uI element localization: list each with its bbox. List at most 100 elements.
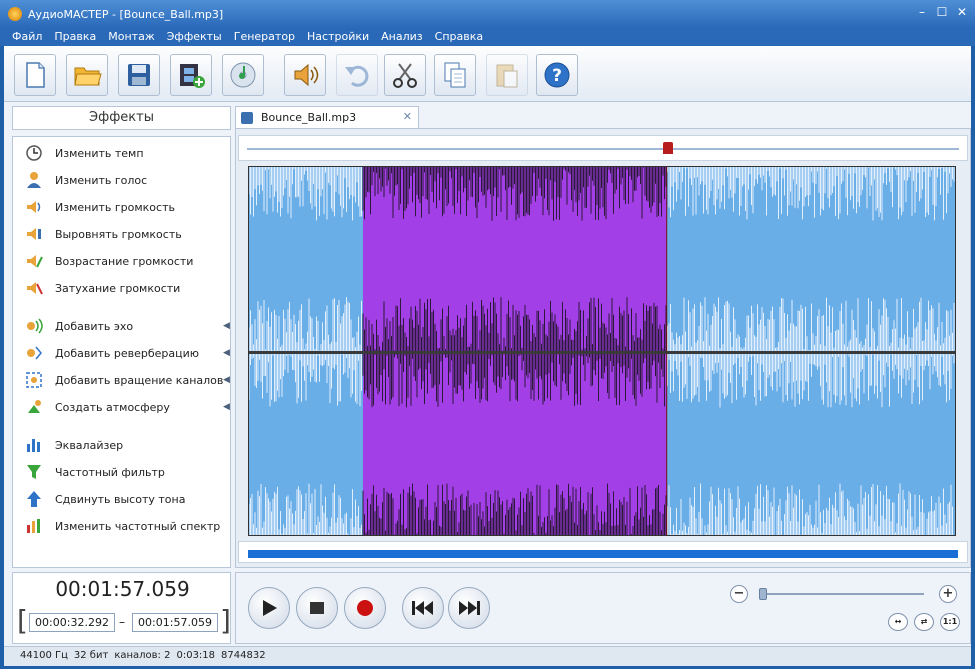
help-icon: ? (544, 62, 570, 88)
fade-in-icon (25, 252, 43, 270)
play-button[interactable] (248, 587, 290, 629)
record-button[interactable] (344, 587, 386, 629)
reverb-icon (25, 344, 43, 362)
collapse-arrow-icon[interactable]: ◀ (223, 348, 231, 358)
copy-button[interactable] (434, 54, 476, 96)
add-video-button[interactable] (170, 54, 212, 96)
forward-icon (459, 601, 480, 615)
status-samples: 8744832 (221, 650, 266, 661)
menu-montage[interactable]: Монтаж (102, 28, 160, 46)
tab-file[interactable]: Bounce_Ball.mp3 ✕ (235, 106, 419, 128)
bracket-close: ] (220, 604, 231, 637)
zoom-slider-thumb[interactable] (759, 588, 767, 600)
fx-label: Изменить громкость (55, 200, 175, 214)
current-time: 00:01:57.059 (55, 577, 190, 601)
fx-change-volume[interactable]: Изменить громкость (25, 197, 175, 217)
zoom-in-button[interactable]: + (939, 585, 957, 603)
transport-panel: − + ↔ ⇄ 1:1 (235, 572, 971, 644)
rewind-button[interactable] (402, 587, 444, 629)
fx-normalize-volume[interactable]: Выровнять громкость (25, 224, 182, 244)
fx-pitch-shift[interactable]: Сдвинуть высоту тона (25, 489, 185, 509)
paste-button[interactable] (486, 54, 528, 96)
status-channels: каналов: 2 (114, 650, 171, 661)
bracket-open: [ (17, 604, 28, 637)
menu-settings[interactable]: Настройки (301, 28, 375, 46)
help-button[interactable]: ? (536, 54, 578, 96)
selection-end-field[interactable]: 00:01:57.059 (132, 613, 218, 632)
undo-button[interactable] (336, 54, 378, 96)
fx-change-tempo[interactable]: Изменить темп (25, 143, 144, 163)
fx-add-echo[interactable]: Добавить эхо (25, 316, 133, 336)
fx-label: Изменить темп (55, 146, 144, 160)
folder-open-icon (74, 67, 102, 86)
maximize-button[interactable]: ☐ (933, 4, 951, 20)
close-button[interactable]: ✕ (953, 4, 971, 20)
menu-analysis[interactable]: Анализ (375, 28, 429, 46)
minimize-button[interactable]: – (913, 4, 931, 20)
fade-out-icon (25, 279, 43, 297)
fx-label: Добавить реверберацию (55, 346, 200, 360)
collapse-arrow-icon[interactable]: ◀ (223, 375, 231, 385)
cut-button[interactable] (384, 54, 426, 96)
window-body: ? Эффекты Изменить темп Изменить голос И… (4, 46, 971, 666)
filter-funnel-icon (25, 463, 43, 481)
menu-generator[interactable]: Генератор (228, 28, 301, 46)
fx-frequency-filter[interactable]: Частотный фильтр (25, 462, 165, 482)
waveform-view[interactable] (248, 166, 956, 536)
fx-fade-in[interactable]: Возрастание громкости (25, 251, 193, 271)
fx-fade-out[interactable]: Затухание громкости (25, 278, 180, 298)
fx-label: Изменить голос (55, 173, 148, 187)
fit-width-icon[interactable]: ↔ (888, 613, 908, 631)
channel-divider (249, 351, 955, 354)
menu-effects[interactable]: Эффекты (161, 28, 228, 46)
collapse-arrow-icon[interactable]: ◀ (223, 402, 231, 412)
zoom-slider-track[interactable] (760, 593, 924, 595)
fast-forward-button[interactable] (448, 587, 490, 629)
timeline-ruler[interactable] (238, 135, 968, 161)
tab-close-icon[interactable]: ✕ (403, 110, 412, 123)
fx-label: Возрастание громкости (55, 254, 194, 268)
fx-atmosphere[interactable]: Создать атмосферу (25, 397, 170, 417)
fx-label: Частотный фильтр (55, 465, 165, 479)
play-icon (263, 600, 277, 616)
menu-edit[interactable]: Правка (48, 28, 102, 46)
menu-file[interactable]: Файл (6, 28, 48, 46)
speaker-volume-icon (25, 198, 43, 216)
fx-add-reverb[interactable]: Добавить реверберацию (25, 343, 199, 363)
title-bar: АудиоМАСТЕР - [Bounce_Ball.mp3] – ☐ ✕ (0, 0, 975, 28)
window-title: АудиоМАСТЕР - [Bounce_Ball.mp3] (28, 7, 224, 21)
open-file-button[interactable] (66, 54, 108, 96)
zoom-out-button[interactable]: − (730, 585, 748, 603)
status-bar: 44100 Гц 32 бит каналов: 2 0:03:18 87448… (4, 646, 971, 666)
stop-icon (310, 602, 324, 614)
spectrum-icon (25, 517, 43, 535)
fit-selection-icon[interactable]: ⇄ (914, 613, 934, 631)
fx-label: Затухание громкости (55, 281, 181, 295)
rewind-icon (412, 601, 433, 615)
new-file-button[interactable] (14, 54, 56, 96)
stop-button[interactable] (296, 587, 338, 629)
fx-change-voice[interactable]: Изменить голос (25, 170, 147, 190)
horizontal-scrollbar[interactable] (238, 541, 968, 563)
channel-rotate-icon (25, 371, 43, 389)
window-controls: – ☐ ✕ (913, 4, 971, 20)
timeline-track (247, 148, 959, 150)
zoom-actual-icon[interactable]: 1:1 (940, 613, 960, 631)
app-logo-icon (8, 7, 22, 21)
menu-help[interactable]: Справка (429, 28, 489, 46)
save-file-button[interactable] (118, 54, 160, 96)
fx-spectrum[interactable]: Изменить частотный спектр (25, 516, 220, 536)
volume-button[interactable] (284, 54, 326, 96)
fx-equalizer[interactable]: Эквалайзер (25, 435, 123, 455)
toolbar: ? (4, 46, 971, 102)
collapse-arrow-icon[interactable]: ◀ (223, 321, 231, 331)
cd-rip-button[interactable] (222, 54, 264, 96)
playhead-marker-icon[interactable] (663, 142, 673, 154)
scroll-thumb[interactable] (248, 550, 958, 558)
paste-icon (496, 64, 518, 88)
effects-list: Изменить темп Изменить голос Изменить гр… (12, 136, 231, 568)
selection-start-field[interactable]: 00:00:32.292 (29, 613, 115, 632)
fx-channel-rotate[interactable]: Добавить вращение каналов (25, 370, 223, 390)
pitch-up-icon (25, 490, 43, 508)
audio-file-icon (241, 111, 253, 124)
